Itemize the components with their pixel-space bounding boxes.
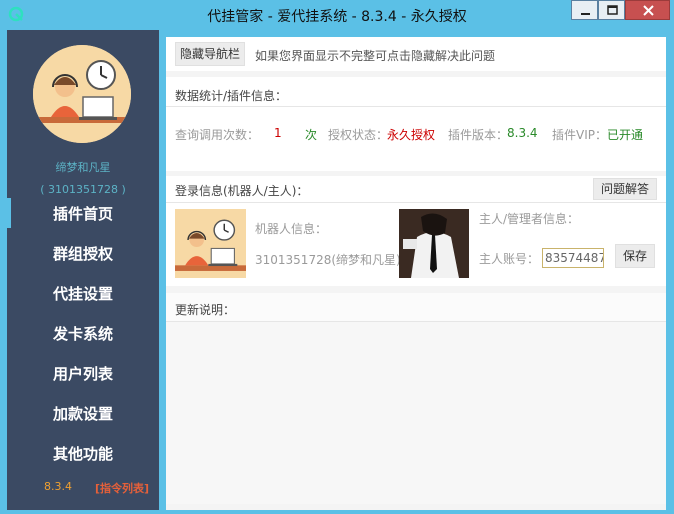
app-window: 代挂管家 - 爱代挂系统 - 8.3.4 - 永久授权 缔梦和凡星 (3101…: [0, 0, 674, 514]
query-count-label: 查询调用次数：: [175, 128, 260, 142]
save-button[interactable]: 保存: [615, 244, 655, 268]
stats-panel: 数据统计/插件信息： 查询调用次数： 1 次 授权状态： 永久授权 插件版本： …: [166, 77, 666, 171]
owner-info-label: 主人/管理者信息：: [479, 212, 580, 226]
minimize-button[interactable]: [571, 0, 598, 20]
nav-item-group-auth[interactable]: 群组授权: [7, 234, 159, 274]
login-panel: 登录信息(机器人/主人)： 问题解答 机器人信息： 3101351728(缔梦和…: [166, 176, 666, 286]
nav-item-proxy-settings[interactable]: 代挂设置: [7, 274, 159, 314]
update-title: 更新说明：: [175, 303, 236, 317]
update-content-area: [166, 322, 666, 504]
query-count-value: 1: [274, 126, 282, 140]
auth-status-value: 永久授权: [387, 128, 436, 142]
stats-divider: [166, 106, 666, 107]
plugin-vip-label: 插件VIP：: [552, 128, 607, 142]
plugin-version-label: 插件版本：: [448, 128, 509, 142]
nav-item-home[interactable]: 插件首页: [7, 194, 159, 234]
robot-nickname: 缔梦和凡星: [55, 161, 111, 174]
stats-title: 数据统计/插件信息：: [175, 89, 288, 103]
close-icon: [643, 5, 654, 16]
owner-photo: [399, 209, 469, 278]
owner-avatar: [399, 209, 469, 278]
top-panel: 隐藏导航栏 如果您界面显示不完整可点击隐藏解决此问题: [166, 37, 666, 71]
login-divider: [166, 202, 666, 203]
query-count-unit: 次: [305, 128, 318, 142]
nav-item-card-system[interactable]: 发卡系统: [7, 314, 159, 354]
auth-status-label: 授权状态：: [328, 128, 389, 142]
faq-button[interactable]: 问题解答: [593, 178, 657, 200]
maximize-button[interactable]: [598, 0, 625, 20]
main-content: 隐藏导航栏 如果您界面显示不完整可点击隐藏解决此问题 数据统计/插件信息： 查询…: [166, 37, 666, 510]
minimize-icon: [581, 13, 590, 15]
nav-item-other[interactable]: 其他功能: [7, 434, 159, 474]
owner-account-input[interactable]: [542, 248, 604, 268]
sidebar-version: 8.3.4: [44, 480, 72, 493]
close-button[interactable]: [625, 0, 670, 20]
update-panel: 更新说明：: [166, 293, 666, 504]
support-agent-thumbnail: [175, 209, 246, 278]
title-bar[interactable]: 代挂管家 - 爱代挂系统 - 8.3.4 - 永久授权: [0, 0, 674, 30]
support-agent-illustration: [33, 45, 131, 143]
maximize-icon: [607, 5, 618, 15]
login-title: 登录信息(机器人/主人)：: [175, 184, 309, 198]
command-list-link[interactable]: [指令列表]: [95, 480, 149, 496]
hint-text: 如果您界面显示不完整可点击隐藏解决此问题: [255, 49, 496, 63]
owner-account-label: 主人账号：: [479, 252, 540, 266]
hide-nav-button[interactable]: 隐藏导航栏: [175, 42, 245, 66]
plugin-version-value: 8.3.4: [507, 126, 538, 140]
robot-info-value: 3101351728(缔梦和凡星): [255, 253, 401, 267]
sidebar: 缔梦和凡星 ( 3101351728 ) 插件首页 群组授权 代挂设置 发卡系统…: [7, 30, 159, 510]
plugin-vip-value: 已开通: [607, 128, 644, 142]
robot-info-label: 机器人信息：: [255, 222, 328, 236]
nav-item-fund-settings[interactable]: 加款设置: [7, 394, 159, 434]
robot-avatar-small: [175, 209, 246, 278]
nav-item-user-list[interactable]: 用户列表: [7, 354, 159, 394]
robot-avatar: [33, 45, 131, 143]
